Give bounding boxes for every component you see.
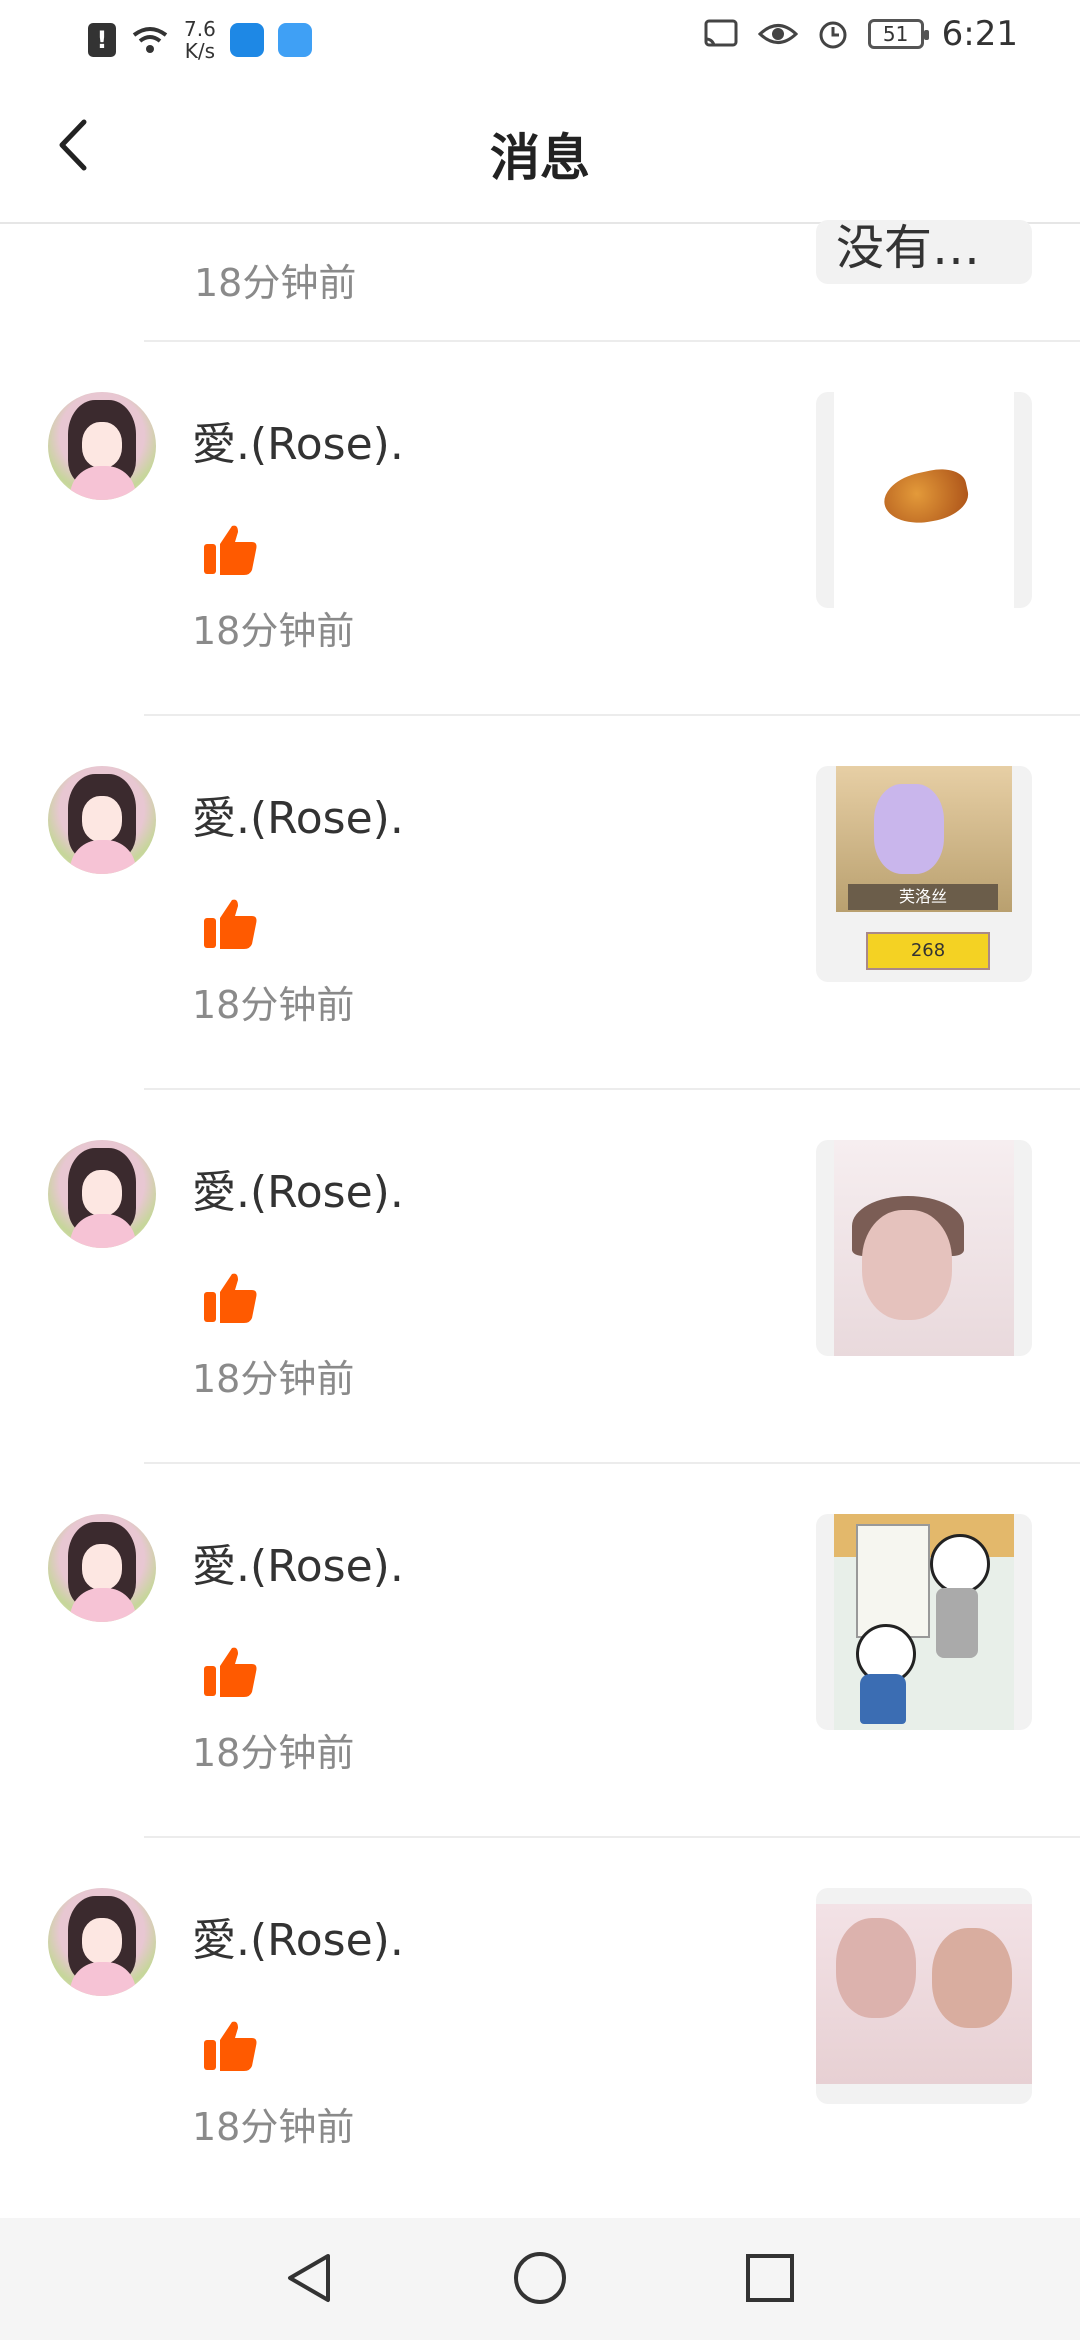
item-time: 18分钟前 [192,1731,355,1775]
item-time: 18分钟前 [192,983,355,1027]
page-title: 消息 [490,129,590,187]
alert-icon: ! [88,23,116,57]
battery-level: 51 [882,22,909,46]
cloud-app-icon [277,23,312,57]
thumbs-up-icon [204,899,257,949]
item-time: 18分钟前 [192,1357,355,1401]
chicken-leg-thumbnail[interactable] [816,392,1032,608]
list-item[interactable]: 愛.(Rose). 18分钟前 [0,342,1080,716]
panda-meme-thumbnail[interactable] [816,1514,1032,1730]
avatar[interactable] [48,766,156,874]
user-name[interactable]: 愛.(Rose). [192,1904,404,1968]
back-triangle-icon[interactable] [280,2248,340,2308]
thumbs-up-icon [204,2021,257,2071]
eye-icon [757,24,798,44]
status-bar: ! 7.6 K/s 51 6:21 [0,0,1080,80]
system-nav-bar [0,2218,1080,2340]
list-item[interactable]: 愛.(Rose). 18分钟前 芙洛丝 268 [0,716,1080,1090]
avatar[interactable] [48,1888,156,1996]
game-character-thumbnail[interactable]: 芙洛丝 268 [816,766,1032,982]
thumbs-up-icon [204,525,257,575]
user-name[interactable]: 愛.(Rose). [192,408,404,472]
speed-value: 7.6 [184,17,216,41]
battery-icon: 51 [867,19,929,49]
avatar[interactable] [48,392,156,500]
item-time: 18分钟前 [192,2105,355,2149]
wifi-icon [132,27,168,53]
thumbs-up-icon [204,1273,257,1323]
network-speed: 7.6 K/s [184,18,216,62]
item-time: 18分钟前 [192,609,355,653]
recents-square-icon[interactable] [740,2248,800,2308]
avatar[interactable] [48,1514,156,1622]
weather-app-icon [229,23,264,57]
home-circle-icon[interactable] [510,2248,570,2308]
alarm-icon [819,21,847,49]
item-time: 18分钟前 [194,261,357,305]
avatar[interactable] [48,1140,156,1248]
thumbnail-price: 268 [866,932,990,970]
thumbnail-text: 没有… [836,220,981,276]
message-list[interactable]: 18分钟前 没有… 愛.(Rose). 18分钟前 愛.(Rose). 18分钟… [0,220,1080,2212]
status-time: 6:21 [941,14,1018,54]
cast-icon [704,19,738,47]
list-item[interactable]: 愛.(Rose). 18分钟前 [0,1090,1080,1464]
selfie-thumbnail[interactable] [816,1140,1032,1356]
list-item[interactable]: 愛.(Rose). 18分钟前 [0,1838,1080,2212]
item-thumbnail[interactable]: 没有… [816,220,1032,284]
status-left: ! 7.6 K/s [88,18,312,62]
couple-selfie-thumbnail[interactable] [816,1888,1032,2104]
speed-unit: K/s [184,39,216,63]
top-bar: 消息 [0,80,1080,224]
list-item-partial[interactable]: 18分钟前 没有… [144,220,1080,342]
thumbs-up-icon [204,1647,257,1697]
user-name[interactable]: 愛.(Rose). [192,782,404,846]
status-right: 51 6:21 [702,14,1018,54]
user-name[interactable]: 愛.(Rose). [192,1156,404,1220]
user-name[interactable]: 愛.(Rose). [192,1530,404,1594]
list-item[interactable]: 愛.(Rose). 18分钟前 [0,1464,1080,1838]
thumbnail-label: 芙洛丝 [848,884,998,910]
